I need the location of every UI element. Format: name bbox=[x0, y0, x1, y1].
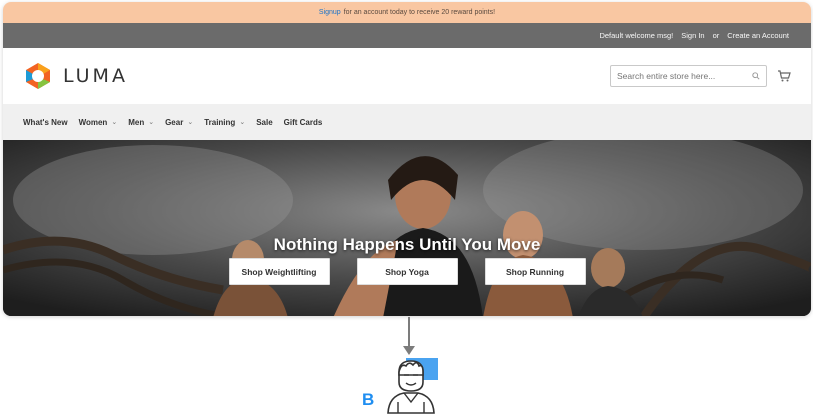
chevron-down-icon: ⌄ bbox=[111, 119, 118, 126]
nav-item-gift-cards[interactable]: Gift Cards bbox=[284, 118, 323, 127]
persona-label: B bbox=[362, 390, 375, 409]
main-nav: What's New Women ⌄ Men ⌄ Gear ⌄ Training ⌄ S… bbox=[3, 104, 811, 140]
nav-item-women[interactable]: Women ⌄ bbox=[79, 118, 118, 127]
hero-buttons: Shop Weightlifting Shop Yoga Shop Runnin… bbox=[3, 258, 811, 285]
nav-label: Sale bbox=[256, 117, 273, 127]
luma-logo[interactable]: LUMA bbox=[23, 61, 128, 91]
chevron-down-icon: ⌄ bbox=[239, 119, 246, 126]
promo-banner: Signup for an account today to receive 2… bbox=[3, 2, 811, 23]
chevron-down-icon: ⌄ bbox=[187, 119, 194, 126]
shop-weightlifting-button[interactable]: Shop Weightlifting bbox=[228, 258, 330, 285]
browser-page: Signup for an account today to receive 2… bbox=[3, 2, 811, 316]
shop-running-button[interactable]: Shop Running bbox=[484, 258, 586, 285]
top-bar: Default welcome msg! Sign In or Create a… bbox=[3, 23, 811, 48]
cart-icon[interactable] bbox=[777, 69, 791, 83]
chevron-down-icon: ⌄ bbox=[148, 119, 155, 126]
logo-text: LUMA bbox=[63, 65, 128, 87]
shop-yoga-button[interactable]: Shop Yoga bbox=[356, 258, 458, 285]
arrow-down-icon bbox=[403, 346, 415, 355]
site-header: LUMA bbox=[3, 48, 811, 104]
nav-label: Gear bbox=[165, 117, 184, 127]
signup-link[interactable]: Signup bbox=[319, 9, 341, 16]
or-text: or bbox=[712, 31, 720, 40]
nav-label: Men bbox=[128, 117, 145, 127]
sign-in-link[interactable]: Sign In bbox=[681, 31, 704, 40]
search-area bbox=[610, 65, 791, 87]
nav-label: Training bbox=[204, 117, 236, 127]
nav-label: Gift Cards bbox=[283, 117, 323, 127]
nav-label: Women bbox=[78, 117, 108, 127]
nav-item-men[interactable]: Men ⌄ bbox=[128, 118, 154, 127]
hero-image bbox=[3, 140, 811, 316]
luma-logo-icon bbox=[26, 63, 50, 89]
nav-item-sale[interactable]: Sale bbox=[256, 118, 272, 127]
search-icon[interactable] bbox=[752, 72, 760, 80]
welcome-message: Default welcome msg! bbox=[599, 31, 674, 40]
search-input[interactable] bbox=[617, 71, 747, 81]
search-box bbox=[610, 65, 767, 87]
hero-banner: Nothing Happens Until You Move Shop Weig… bbox=[3, 140, 811, 316]
nav-item-training[interactable]: Training ⌄ bbox=[204, 118, 245, 127]
nav-item-gear[interactable]: Gear ⌄ bbox=[165, 118, 193, 127]
nav-item-whats-new[interactable]: What's New bbox=[23, 118, 68, 127]
create-account-link[interactable]: Create an Account bbox=[727, 31, 789, 40]
nav-label: What's New bbox=[23, 117, 68, 127]
promo-text: for an account today to receive 20 rewar… bbox=[343, 9, 496, 16]
user-avatar-icon bbox=[387, 358, 438, 414]
hero-title: Nothing Happens Until You Move bbox=[273, 235, 541, 254]
